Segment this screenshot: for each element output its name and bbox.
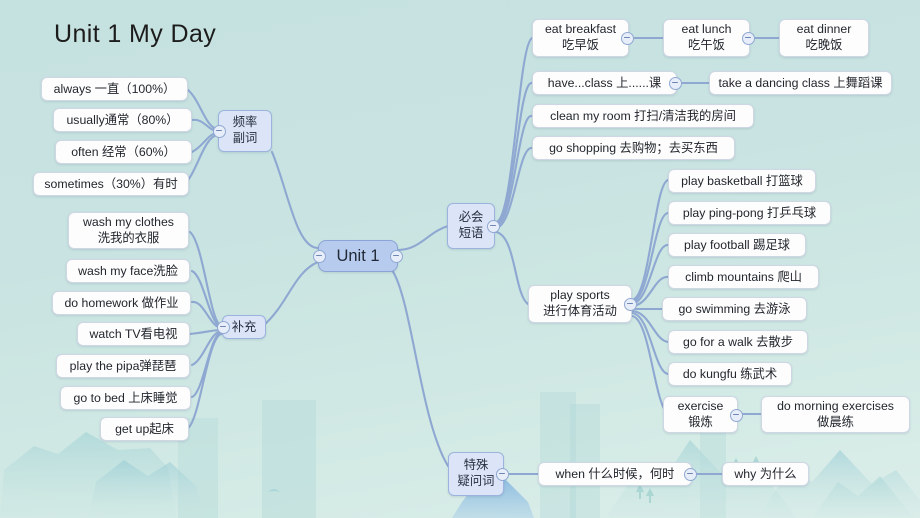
node-text-line2: 吃午饭	[688, 38, 725, 52]
list-item-often[interactable]: often 经常（60%）	[55, 140, 192, 164]
node-text-line1: wash my clothes	[83, 214, 174, 229]
node-text: watch TV看电视	[89, 326, 178, 341]
list-item-do-morning-exercises[interactable]: do morning exercises 做晨练	[761, 396, 910, 433]
page-title: Unit 1 My Day	[54, 20, 217, 48]
collapse-toggle-play-sports[interactable]	[624, 298, 637, 311]
list-item-take-dancing-class[interactable]: take a dancing class 上舞蹈课	[709, 71, 892, 95]
list-item-go-to-bed[interactable]: go to bed 上床睡觉	[60, 386, 191, 410]
list-item-play-basketball[interactable]: play basketball 打篮球	[668, 169, 816, 193]
node-text-line2: 洗我的衣服	[97, 230, 160, 245]
list-item-eat-breakfast[interactable]: eat breakfast 吃早饭	[532, 19, 634, 57]
list-item-go-swimming[interactable]: go swimming 去游泳	[662, 297, 807, 321]
collapse-toggle-supplement[interactable]	[217, 321, 230, 334]
list-item-eat-lunch[interactable]: eat lunch 吃午饭	[663, 19, 755, 57]
list-item-do-kungfu[interactable]: do kungfu 练武术	[668, 362, 792, 386]
collapse-toggle-have-class[interactable]	[669, 77, 682, 90]
list-item-watch-tv[interactable]: watch TV看电视	[77, 322, 190, 346]
subbranch-play-sports[interactable]: play sports 进行体育活动	[528, 285, 637, 323]
node-text: do kungfu 练武术	[682, 366, 778, 381]
node-text: why 为什么	[734, 466, 797, 481]
collapse-toggle-question-words[interactable]	[496, 468, 509, 481]
collapse-toggle-frequency[interactable]	[213, 125, 226, 138]
node-text: often 经常（60%）	[71, 144, 176, 159]
list-item-wash-my-face[interactable]: wash my face洗脸	[66, 259, 190, 283]
node-text-line1: eat dinner	[796, 22, 852, 37]
collapse-toggle-left[interactable]	[313, 250, 326, 263]
node-text: play the pipa弹琵琶	[69, 358, 177, 373]
branch-frequency-adverbs[interactable]: 频率 副词	[213, 110, 272, 152]
node-text: have...class 上......课	[547, 75, 662, 90]
node-text: usually通常（80%）	[66, 112, 179, 127]
collapse-toggle-phrases[interactable]	[487, 220, 500, 233]
node-text-line1: do morning exercises	[777, 398, 894, 413]
node-text: go for a walk 去散步	[682, 334, 794, 349]
list-item-go-for-a-walk[interactable]: go for a walk 去散步	[668, 330, 808, 354]
list-item-go-shopping[interactable]: go shopping 去购物；去买东西	[532, 136, 735, 160]
list-item-sometimes[interactable]: sometimes（30%）有时	[33, 172, 189, 196]
collapse-toggle-eat-breakfast[interactable]	[621, 32, 634, 45]
node-text-line2: 进行体育活动	[543, 304, 617, 318]
collapse-toggle-eat-lunch[interactable]	[742, 32, 755, 45]
node-text: wash my face洗脸	[78, 263, 178, 278]
node-text: go shopping 去购物；去买东西	[549, 140, 718, 155]
node-text: sometimes（30%）有时	[44, 176, 178, 191]
branch-question-label-line1: 特殊	[463, 458, 489, 473]
list-item-clean-my-room[interactable]: clean my room 打扫/清洁我的房间	[532, 104, 754, 128]
node-text: go swimming 去游泳	[678, 301, 791, 316]
list-item-wash-my-clothes[interactable]: wash my clothes 洗我的衣服	[68, 212, 189, 249]
root-label: Unit 1	[336, 246, 380, 265]
list-item-do-homework[interactable]: do homework 做作业	[52, 291, 191, 315]
collapse-toggle-when[interactable]	[684, 468, 697, 481]
node-text-line1: play sports	[550, 288, 610, 303]
list-item-have-class[interactable]: have...class 上......课	[532, 71, 682, 95]
node-text: go to bed 上床睡觉	[73, 390, 178, 405]
branch-question-words[interactable]: 特殊 疑问词	[448, 452, 509, 496]
list-item-exercise[interactable]: exercise 锻炼	[663, 396, 743, 433]
node-text-line2: 吃早饭	[562, 38, 599, 52]
node-text-line2: 吃晚饭	[805, 38, 843, 52]
node-text: do homework 做作业	[64, 295, 179, 310]
branch-question-label-line2: 疑问词	[457, 474, 495, 488]
list-item-always[interactable]: always 一直（100%）	[41, 77, 188, 101]
collapse-toggle-exercise[interactable]	[730, 408, 743, 422]
node-text-line2: 做晨练	[817, 414, 854, 429]
list-item-play-football[interactable]: play football 踢足球	[668, 233, 806, 257]
node-text: take a dancing class 上舞蹈课	[718, 75, 883, 90]
list-item-play-the-pipa[interactable]: play the pipa弹琵琶	[56, 354, 190, 378]
node-text: play football 踢足球	[684, 237, 790, 252]
list-item-why[interactable]: why 为什么	[722, 462, 809, 486]
node-text: when 什么时候，何时	[555, 466, 675, 481]
node-text: get up起床	[115, 421, 174, 436]
node-text: play ping-pong 打乒乓球	[682, 205, 817, 220]
branch-frequency-label-line2: 副词	[232, 131, 258, 145]
list-item-get-up[interactable]: get up起床	[100, 417, 189, 441]
node-text-line2: 锻炼	[688, 414, 713, 429]
root-node-unit1[interactable]: Unit 1	[313, 240, 403, 272]
node-text-line1: eat lunch	[681, 22, 732, 37]
collapse-toggle-right[interactable]	[390, 250, 403, 263]
branch-frequency-label-line1: 频率	[232, 115, 258, 130]
node-text: always 一直（100%）	[53, 81, 176, 96]
node-text: climb mountains 爬山	[685, 269, 802, 284]
branch-supplement-label: 补充	[231, 319, 257, 334]
node-text-line1: exercise	[677, 398, 724, 413]
node-text: play basketball 打篮球	[681, 173, 803, 188]
list-item-eat-dinner[interactable]: eat dinner 吃晚饭	[779, 19, 869, 57]
list-item-climb-mountains[interactable]: climb mountains 爬山	[668, 265, 819, 289]
list-item-play-ping-pong[interactable]: play ping-pong 打乒乓球	[668, 201, 831, 225]
mindmap-canvas: Unit 1 My Day Unit 1 频率 副词 always 一直（100…	[0, 0, 920, 518]
list-item-usually[interactable]: usually通常（80%）	[53, 108, 192, 132]
branch-must-know-phrases[interactable]: 必会 短语	[447, 203, 500, 249]
branch-phrases-label-line2: 短语	[458, 226, 484, 240]
branch-phrases-label-line1: 必会	[458, 210, 484, 225]
node-text-line1: eat breakfast	[544, 22, 617, 37]
list-item-when[interactable]: when 什么时候，何时	[538, 462, 697, 486]
node-text: clean my room 打扫/清洁我的房间	[550, 108, 736, 123]
branch-supplement[interactable]: 补充	[217, 315, 266, 339]
